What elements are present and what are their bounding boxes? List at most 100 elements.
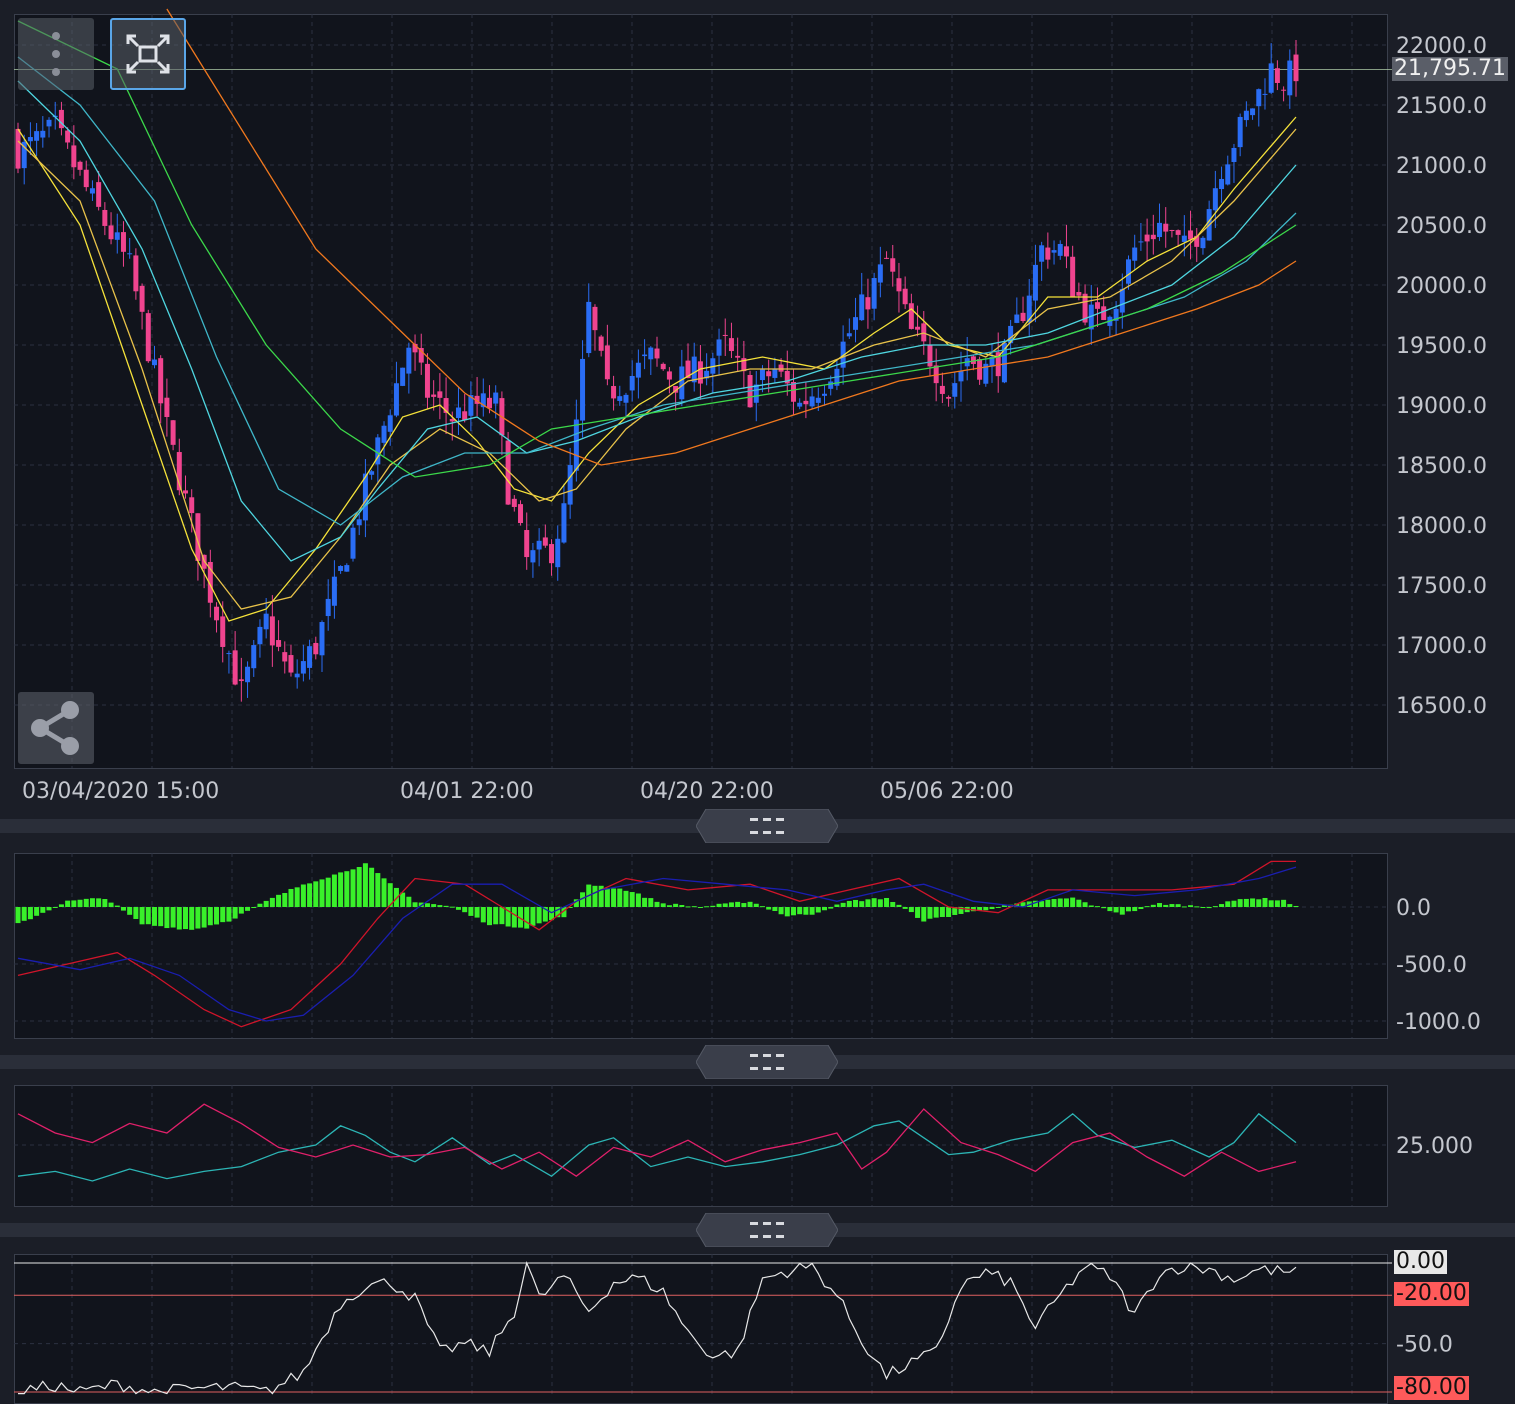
candle-body (896, 278, 902, 292)
macd-histogram-bar (214, 907, 220, 925)
macd-histogram-bar (34, 907, 40, 916)
macd-histogram-bar (468, 907, 474, 916)
macd-histogram-bar (983, 907, 989, 911)
candle-body (555, 538, 561, 568)
candle-body (406, 347, 412, 374)
pane-resize-handle[interactable] (696, 1045, 838, 1079)
macd-histogram-bar (722, 903, 728, 907)
macd-histogram-bar (660, 903, 666, 907)
macd-histogram-bar (350, 869, 356, 907)
macd-histogram-bar (933, 907, 939, 918)
candle-body (635, 362, 641, 378)
dmi-plus-line (17, 1112, 1297, 1182)
macd-histogram-bar (108, 902, 114, 907)
macd-histogram-bar (493, 907, 499, 925)
macd-histogram-bar (1219, 904, 1225, 907)
macd-histogram-bar (1256, 899, 1262, 907)
candle-body (102, 209, 108, 226)
macd-histogram-bar (21, 907, 27, 921)
macd-histogram-bar (772, 907, 778, 911)
candle-body (890, 258, 896, 272)
candle-body (1175, 230, 1181, 235)
candle-body (108, 225, 114, 240)
pane-resize-handle[interactable] (696, 1213, 838, 1247)
macd-histogram-bar (331, 874, 337, 907)
candle-body (803, 400, 809, 405)
pane-resize-handle[interactable] (696, 809, 838, 843)
candle-body (871, 278, 877, 309)
macd-histogram-bar (642, 897, 648, 907)
candle-body (288, 655, 294, 673)
candle-body (1157, 222, 1163, 238)
macd-histogram-bar (1063, 898, 1069, 907)
macd-histogram-bar (921, 907, 927, 922)
candle-body (400, 367, 406, 386)
macd-histogram-bar (158, 907, 164, 927)
menu-button[interactable] (18, 18, 94, 90)
candle-body (697, 361, 703, 384)
macd-histogram-bar (220, 907, 226, 923)
candle-body (356, 519, 362, 526)
candle-body (133, 255, 139, 292)
macd-histogram-bar (710, 905, 716, 907)
candle-body (629, 376, 635, 391)
macd-histogram-bar (189, 907, 195, 930)
macd-histogram-bar (1225, 901, 1231, 907)
macd-histogram-bar (325, 877, 331, 907)
candle-body (226, 653, 232, 655)
macd-histogram-bar (530, 907, 536, 926)
candle-body (245, 666, 251, 683)
macd-histogram-bar (1287, 904, 1293, 907)
macd-histogram-bar (1082, 902, 1088, 907)
macd-histogram-bar (431, 904, 437, 907)
macd-histogram-bar (747, 901, 753, 907)
macd-histogram-bar (294, 887, 300, 907)
macd-histogram-bar (822, 907, 828, 911)
macd-histogram-bar (648, 898, 654, 907)
dmi-tick-label: 25.000 (1396, 1134, 1473, 1159)
share-button[interactable] (18, 692, 94, 764)
macd-histogram-bar (263, 900, 269, 907)
fullscreen-button[interactable] (110, 18, 186, 90)
candle-body (183, 490, 189, 494)
candle-body (431, 394, 437, 397)
macd-histogram-bar (728, 902, 734, 907)
macd-histogram-bar (114, 905, 120, 907)
macd-histogram-bar (853, 899, 859, 907)
candle-body (679, 366, 685, 400)
candle-body (952, 383, 958, 397)
candle-body (939, 385, 945, 394)
macd-histogram-bar (15, 907, 21, 924)
macd-histogram-bar (133, 907, 139, 919)
macd-histogram-bar (269, 897, 275, 907)
candle-body (846, 333, 852, 337)
macd-histogram-bar (946, 907, 952, 918)
macd-histogram-bar (1293, 905, 1299, 907)
candle-body (1212, 188, 1218, 211)
macd-histogram-bar (1231, 900, 1237, 907)
candle-body (1150, 234, 1156, 240)
candle-body (486, 397, 492, 409)
candle-body (1045, 247, 1051, 260)
candle-body (151, 359, 157, 366)
candle-body (790, 381, 796, 402)
candle-body (1250, 108, 1256, 116)
candle-body (232, 650, 238, 685)
macd-histogram-bar (790, 907, 796, 916)
macd-histogram-bar (455, 907, 461, 910)
candle-body (1231, 147, 1237, 163)
candle-body (1014, 314, 1020, 323)
candle-body (350, 527, 356, 559)
macd-histogram-bar (145, 907, 151, 925)
macd-tick-label: -500.0 (1396, 953, 1467, 978)
candle-body (518, 504, 524, 524)
candle-body (462, 411, 468, 421)
macd-histogram-bar (797, 907, 803, 915)
candle-body (300, 661, 306, 674)
macd-histogram-bar (424, 903, 430, 907)
macd-histogram-bar (635, 893, 641, 907)
moving-average-line-1 (17, 116, 1297, 622)
macd-histogram-bar (276, 894, 282, 907)
moving-average-line-4 (17, 56, 1297, 526)
macd-histogram-bar (803, 907, 809, 915)
